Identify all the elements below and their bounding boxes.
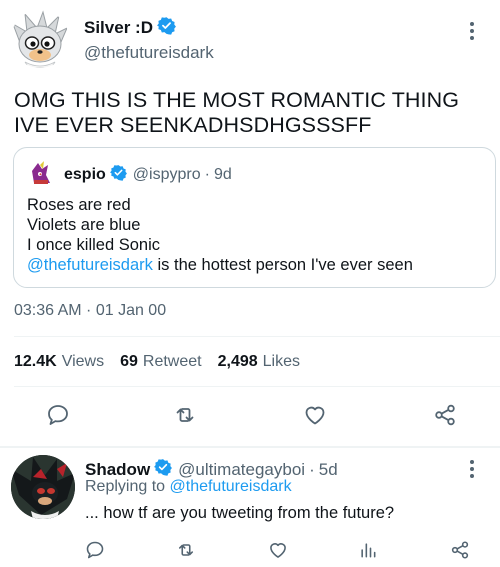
retweet-icon[interactable] — [170, 400, 200, 430]
more-options-icon[interactable] — [468, 458, 476, 485]
quoted-author-display-name[interactable]: espio — [64, 166, 106, 184]
retweet-icon[interactable] — [174, 538, 198, 562]
author-display-name[interactable]: Silver :D — [84, 18, 153, 38]
more-options-icon[interactable] — [468, 20, 476, 47]
replying-to-prefix: Replying to — [85, 478, 170, 495]
tweet-actions-bar — [0, 400, 500, 430]
author-handle[interactable]: @thefutureisdark — [84, 43, 214, 63]
retweet-stat[interactable]: 69 Retweet — [120, 353, 202, 371]
quoted-line-rest: is the hottest person I've ever seen — [152, 256, 413, 274]
avatar-silver[interactable] — [11, 10, 69, 68]
avatar-espio — [28, 161, 54, 187]
analytics-icon[interactable] — [356, 538, 380, 562]
likes-label: Likes — [262, 353, 300, 370]
verified-badge-icon — [157, 16, 176, 40]
quoted-line: I once killed Sonic — [27, 236, 160, 254]
quoted-line: @thefutureisdark is the hottest person I… — [27, 255, 413, 275]
like-icon[interactable] — [266, 538, 290, 562]
tweet-stats: 12.4K Views 69 Retweet 2,498 Likes — [14, 353, 316, 371]
separator-dot: · — [204, 166, 210, 183]
replying-to-handle[interactable]: @thefutureisdark — [170, 478, 292, 495]
share-icon[interactable] — [430, 400, 460, 430]
quoted-author-handle[interactable]: @ispypro — [133, 166, 201, 184]
share-icon[interactable] — [448, 538, 472, 562]
verified-badge-icon — [109, 164, 127, 186]
tweet-timestamp[interactable]: 03:36 AM · 01 Jan 00 — [14, 302, 166, 320]
reply-author-handle[interactable]: @ultimategayboi — [178, 460, 305, 480]
replying-to: Replying to @thefutureisdark — [85, 478, 292, 496]
retweet-count: 69 — [120, 353, 138, 370]
divider — [14, 386, 500, 387]
reply-tweet-time[interactable]: 5d — [319, 460, 338, 480]
likes-stat[interactable]: 2,498 Likes — [218, 353, 300, 371]
likes-count: 2,498 — [217, 353, 258, 370]
views-label: Views — [61, 353, 105, 370]
reply-icon[interactable] — [83, 538, 107, 562]
reply-tweet: Shadow @ultimategayboi · 5d Replying to … — [0, 448, 500, 567]
quoted-tweet-card[interactable]: espio @ispypro · 9d Roses are red Violet… — [13, 147, 496, 288]
quoted-line: Roses are red — [27, 196, 131, 214]
divider — [14, 336, 500, 337]
reply-author-display-name[interactable]: Shadow — [85, 460, 150, 480]
like-icon[interactable] — [300, 400, 330, 430]
retweet-label: Retweet — [142, 353, 202, 370]
mention-link[interactable]: @thefutureisdark — [27, 256, 153, 274]
views-stat[interactable]: 12.4K Views — [14, 353, 104, 371]
reply-actions-bar — [0, 538, 500, 562]
quoted-tweet-time[interactable]: 9d — [214, 166, 232, 184]
tweet-text: OMG THIS IS THE MOST ROMANTIC THING IVE … — [14, 88, 460, 137]
reply-icon[interactable] — [43, 400, 73, 430]
avatar-shadow[interactable] — [11, 455, 75, 519]
reply-tweet-text: ... how tf are you tweeting from the fut… — [85, 504, 395, 522]
quoted-tweet-text: Roses are red Violets are blue I once ki… — [27, 195, 413, 275]
views-count: 12.4K — [14, 353, 57, 370]
separator-dot: · — [309, 459, 315, 479]
quoted-line: Violets are blue — [27, 216, 141, 234]
